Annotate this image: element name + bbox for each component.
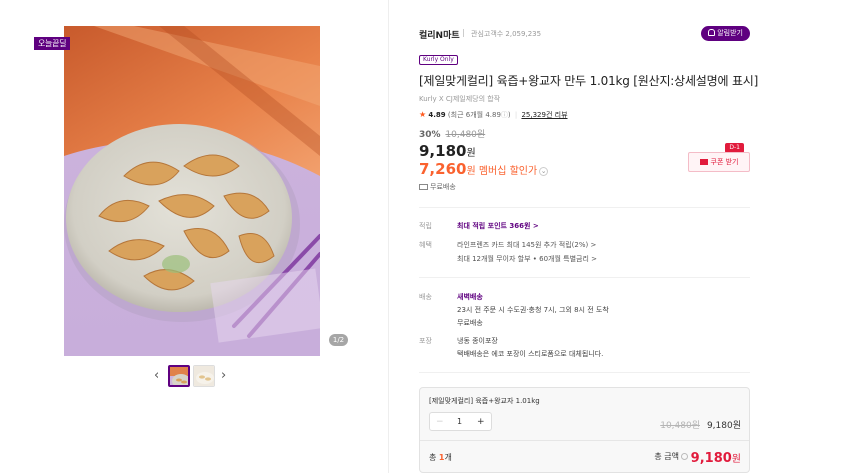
coupon-icon (699, 158, 708, 165)
product-subtitle: Kurly X CJ제일제당의 합작 (419, 95, 501, 103)
sale-price: 9,180원 (419, 141, 476, 160)
star-icon: ★ (419, 110, 427, 119)
quantity-value: 1 (457, 417, 463, 426)
divider (419, 372, 750, 373)
coupon-button[interactable]: 쿠폰 받기 (688, 152, 750, 172)
rating-score: 4.89 (428, 111, 446, 119)
rating-row: ★ 4.89 (최근 6개월 4.89ⓘ) | 25,329건 리뷰 (419, 110, 568, 120)
info-label-packaging: 포장 (419, 337, 432, 345)
rating-separator: | (514, 111, 518, 119)
brand-separator (463, 29, 464, 37)
option-original-price: 10,480원 (660, 421, 700, 431)
total-count-prefix: 총 (429, 453, 439, 462)
shipping-summary: 무료배송 (419, 182, 456, 192)
thumbnail-nav: ‹ › (154, 365, 234, 389)
member-price-label: 원 멤버십 할인가 (466, 166, 538, 177)
shipping-text: 무료배송 (430, 183, 456, 191)
divider (419, 207, 750, 208)
chevron-down-icon[interactable]: ⌄ (539, 167, 549, 176)
column-divider (388, 0, 389, 473)
option-name: [제일맞게컬리] 육즙+왕교자 1.01kg (429, 397, 540, 405)
benefit-installment-link[interactable]: 최대 12개월 무이자 할부 • 60개월 특별금리 > (457, 254, 597, 264)
product-title: [제일맞게컬리] 육즙+왕교자 만두 1.01kg [원산지:상세설명에 표시] (419, 74, 759, 88)
quantity-stepper: − 1 + (429, 412, 492, 431)
info-label-points: 적립 (419, 222, 432, 230)
sale-price-value: 9,180 (419, 142, 467, 160)
discount-row: 30% 10,480원 (419, 127, 485, 140)
total-price-value: 9,180 (690, 451, 732, 466)
review-count-link[interactable]: 25,329건 리뷰 (521, 111, 567, 119)
delivery-fee: 무료배송 (457, 319, 483, 327)
discount-rate: 30% (419, 130, 441, 140)
today-deal-badge: 오늘끝딜 (34, 37, 71, 50)
chevron-left-icon[interactable]: ‹ (154, 369, 159, 383)
increase-quantity-button[interactable]: + (477, 416, 485, 428)
divider (420, 440, 749, 441)
member-price[interactable]: 7,260원 멤버십 할인가 ⌄ (419, 159, 549, 178)
product-main-image[interactable] (64, 26, 320, 356)
delivery-time: 23시 전 주문 시 수도권·충청 7시, 그외 8시 전 도착 (457, 306, 609, 314)
chevron-right-icon[interactable]: › (221, 369, 226, 383)
info-circle-icon[interactable]: ⓘ (501, 111, 508, 119)
alarm-button-label: 알림받기 (717, 29, 743, 37)
rating-detail-close: ) (507, 111, 511, 119)
total-count-suffix: 개 (444, 453, 452, 462)
coupon-button-label: 쿠폰 받기 (710, 158, 739, 166)
total-price-unit: 원 (731, 454, 741, 465)
follower-count: 관심고객수 2,059,235 (471, 30, 542, 38)
product-info-panel: 컬리N마트 관심고객수 2,059,235 알림받기 Kurly Only [제… (419, 0, 758, 473)
total-price: 9,180원 (691, 447, 741, 466)
image-page-indicator: 1/2 (329, 334, 348, 346)
packaging-type: 냉동 종이포장 (457, 337, 498, 345)
total-count: 총 1개 (429, 452, 452, 463)
info-label-benefit: 혜택 (419, 241, 432, 249)
info-circle-icon[interactable] (681, 453, 688, 460)
points-link[interactable]: 최대 적립 포인트 366원 > (457, 221, 539, 231)
total-amount-text: 총 금액 (654, 452, 679, 461)
info-label-delivery: 배송 (419, 293, 432, 301)
thumbnail-1[interactable] (168, 365, 190, 387)
seller-brand-link[interactable]: 컬리N마트 (419, 28, 460, 41)
thumbnail-2[interactable] (193, 365, 215, 387)
bell-icon (708, 29, 716, 36)
original-price: 10,480원 (445, 130, 486, 140)
packaging-note: 택배배송은 에코 포장이 스티로폼으로 대체됩니다. (457, 350, 604, 358)
decrease-quantity-button[interactable]: − (436, 416, 444, 428)
kurly-only-tag: Kurly Only (419, 55, 458, 65)
option-price: 9,180원 (706, 421, 741, 431)
rating-detail: (최근 6개월 4.89 (447, 111, 501, 119)
delivery-type: 새벽배송 (457, 293, 483, 301)
alarm-button[interactable]: 알림받기 (701, 26, 750, 41)
total-amount-label: 총 금액 (654, 451, 688, 462)
truck-icon (419, 184, 428, 190)
product-gallery: 오늘끝딜 1/2 ‹ › (0, 0, 388, 473)
member-price-value: 7,260 (419, 160, 467, 178)
divider (419, 277, 750, 278)
sale-price-unit: 원 (466, 148, 476, 159)
benefit-card-link[interactable]: 라인프렌즈 카드 최대 145원 추가 적립(2%) > (457, 240, 596, 250)
